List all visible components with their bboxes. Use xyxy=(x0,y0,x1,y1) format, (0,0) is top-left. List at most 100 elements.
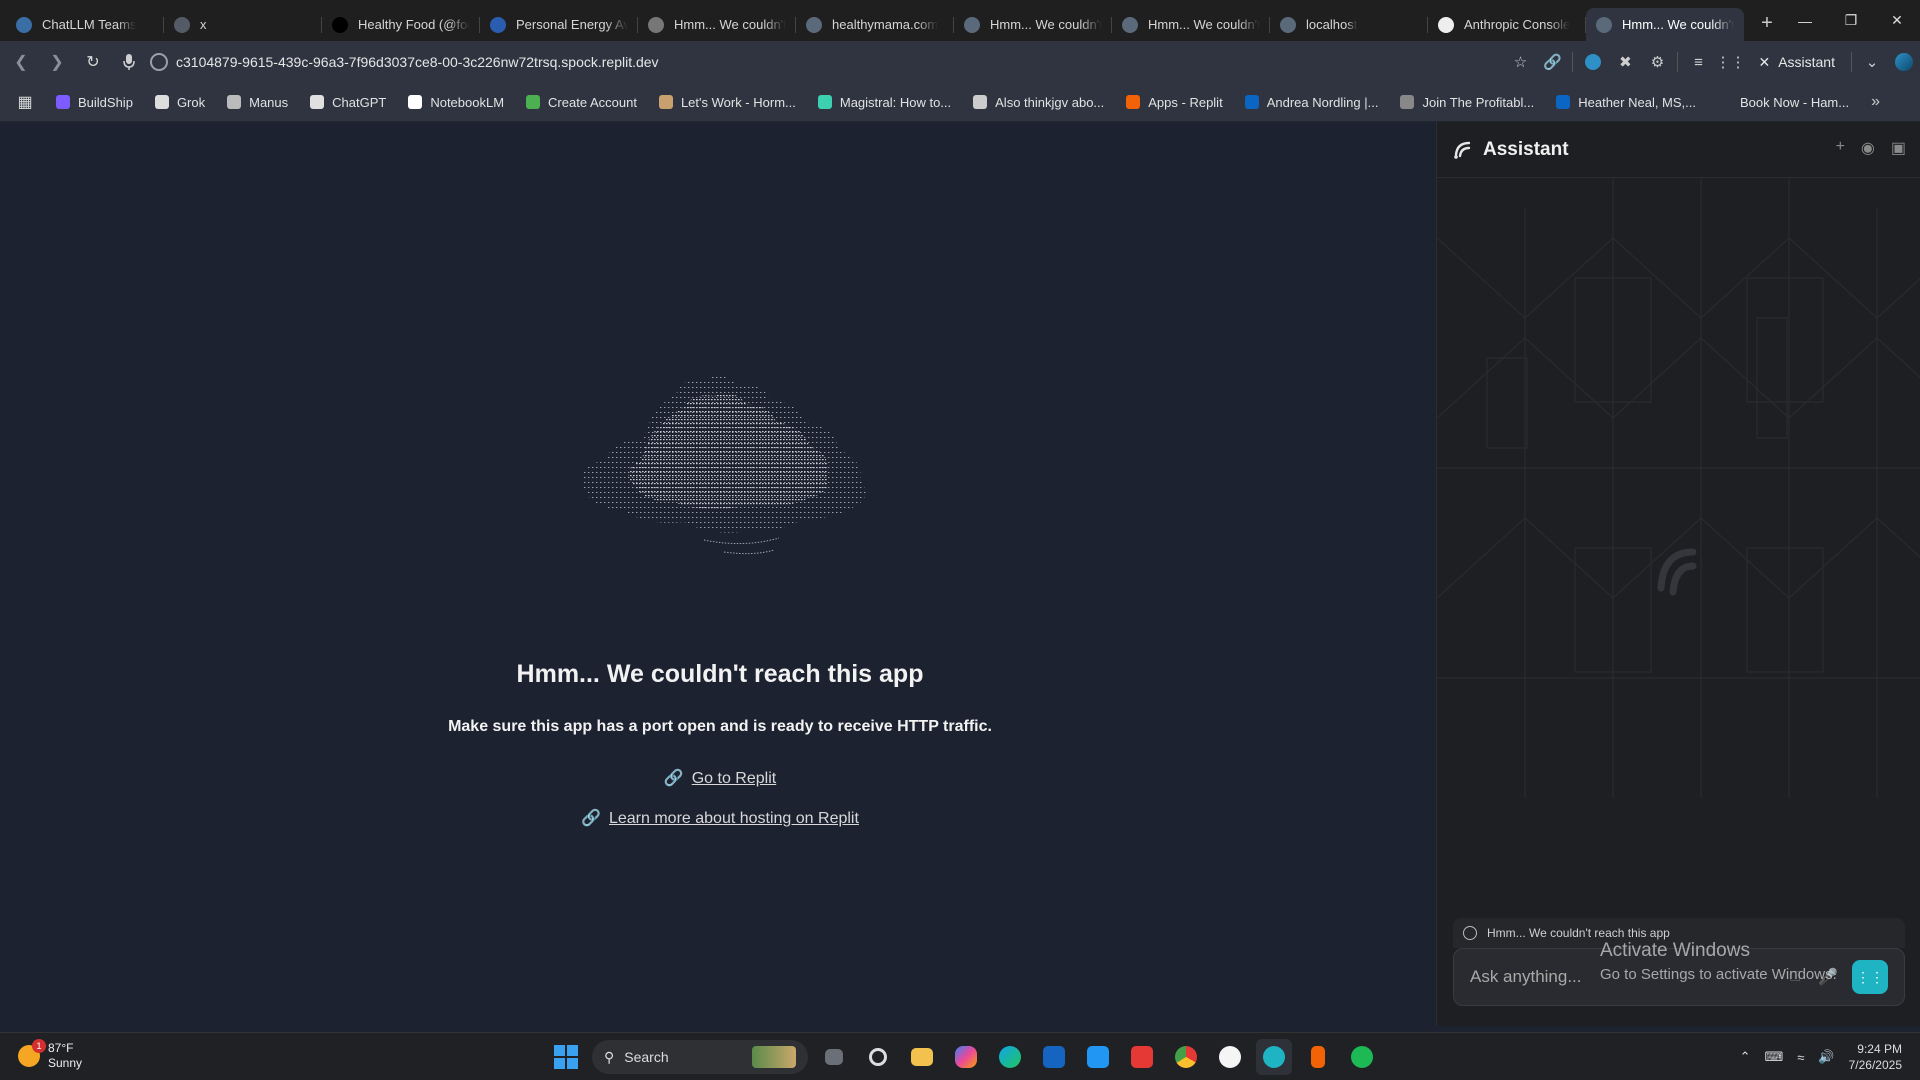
puzzle-icon[interactable]: ⚙ xyxy=(1641,46,1673,78)
bookmark-label: Book Now - Ham... xyxy=(1740,94,1850,110)
x-extension-icon[interactable]: ✖ xyxy=(1609,46,1641,78)
bookmark-item[interactable]: Manus xyxy=(219,88,296,116)
close-window-button[interactable]: ✕ xyxy=(1874,0,1920,41)
bookmark-item[interactable]: BuildShip xyxy=(48,88,141,116)
bookmark-item[interactable]: Create Account xyxy=(518,88,645,116)
keyboard-icon[interactable]: ⌨ xyxy=(1765,1049,1784,1065)
bookmark-favicon-icon xyxy=(310,95,325,109)
assistant-panel: Assistant + ◉ ▣ Hmm... We couldn't reach… xyxy=(1436,122,1920,1026)
spotify-icon[interactable] xyxy=(1344,1039,1380,1075)
browser-tab[interactable]: Hmm... We couldn't xyxy=(954,8,1112,41)
maximize-button[interactable]: ❐ xyxy=(1828,0,1874,41)
browser-tab[interactable]: Hmm... We couldn't xyxy=(638,8,796,41)
back-button[interactable]: ❮ xyxy=(6,47,36,77)
comet-browser-icon[interactable] xyxy=(1256,1039,1292,1075)
bookmark-favicon-icon xyxy=(973,95,988,109)
menu-lines-icon[interactable]: ≡ xyxy=(1682,46,1714,78)
app-store-icon[interactable] xyxy=(1212,1039,1248,1075)
star-icon[interactable]: ☆ xyxy=(1504,46,1536,78)
edge-icon[interactable] xyxy=(992,1039,1028,1075)
more-bookmarks-icon[interactable]: » xyxy=(1871,93,1880,111)
replit-icon[interactable] xyxy=(1300,1039,1336,1075)
photos-icon[interactable] xyxy=(1080,1039,1116,1075)
bookmarks-bar: ▦ BuildShip Grok Manus ChatGPT NotebookLM Cre… xyxy=(0,83,1920,122)
pin-icon xyxy=(648,16,664,33)
bookmark-favicon-icon xyxy=(1718,95,1733,109)
new-chat-icon[interactable]: + xyxy=(1836,138,1845,158)
hosting-docs-label[interactable]: Learn more about hosting on Replit xyxy=(609,810,859,827)
chevron-down-icon[interactable]: ⌄ xyxy=(1856,46,1888,78)
task-view-icon[interactable] xyxy=(816,1039,852,1075)
browser-tab[interactable]: Hmm... We couldn't xyxy=(1586,8,1744,41)
clock[interactable]: 9:24 PM 7/26/2025 xyxy=(1849,1041,1902,1073)
history-icon[interactable]: ◉ xyxy=(1861,138,1875,158)
assistant-toggle[interactable]: ✕ Assistant xyxy=(1746,47,1847,77)
browser-tab[interactable]: Hmm... We couldn't xyxy=(1112,8,1270,41)
bookmark-label: Heather Neal, MS,... xyxy=(1578,94,1697,110)
waveform-icon[interactable]: ⋮⋮ xyxy=(1714,46,1746,78)
x-logo-icon xyxy=(332,16,348,33)
link-icon[interactable]: 🔗 xyxy=(1536,46,1568,78)
ascii-cloud-illustration xyxy=(581,376,866,555)
chrome-icon[interactable] xyxy=(1168,1039,1204,1075)
browser-tab[interactable]: localhost xyxy=(1270,8,1428,41)
browser-tab[interactable]: x xyxy=(164,8,322,41)
minimize-button[interactable]: — xyxy=(1782,0,1828,41)
bookmark-item[interactable]: Join The Profitabl... xyxy=(1392,88,1542,116)
tab-label: ChatLLM Teams xyxy=(42,17,137,32)
url-text[interactable]: c3104879-9615-439c-96a3-7f96d3037ce8-00-… xyxy=(176,54,659,70)
volume-icon[interactable]: 🔊 xyxy=(1818,1049,1834,1065)
anydesk-icon[interactable] xyxy=(1124,1039,1160,1075)
tab-strip: ChatLLM Teams x Healthy Food (@foo Personal… xyxy=(0,0,1920,41)
bookmark-favicon-icon xyxy=(227,95,242,109)
new-tab-button[interactable]: + xyxy=(1750,7,1784,41)
voice-mode-button[interactable]: ⋮⋮ xyxy=(1852,960,1888,994)
reload-button[interactable]: ↻ xyxy=(78,47,108,77)
copilot-icon[interactable] xyxy=(948,1039,984,1075)
context-chip-label: Hmm... We couldn't reach this app xyxy=(1487,926,1670,940)
browser-tab[interactable]: Personal Energy Av xyxy=(480,8,638,41)
hosting-docs-link[interactable]: 🔗 Learn more about hosting on Replit xyxy=(4,808,1436,828)
background-pattern xyxy=(1437,178,1920,798)
start-button[interactable] xyxy=(548,1039,584,1075)
browser-tab[interactable]: ChatLLM Teams xyxy=(6,8,164,41)
go-to-replit-link[interactable]: 🔗 Go to Replit xyxy=(4,768,1436,788)
taskbar-search[interactable]: ⚲ Search xyxy=(592,1040,808,1074)
window-controls: — ❐ ✕ xyxy=(1782,0,1920,41)
browser-tab[interactable]: healthymama.com xyxy=(796,8,954,41)
chevron-up-icon[interactable]: ⌃ xyxy=(1740,1049,1751,1065)
forward-button[interactable]: ❯ xyxy=(42,47,72,77)
bookmark-item[interactable]: Also thinkjgv abo... xyxy=(965,88,1112,116)
browser-tab[interactable]: Anthropic Console xyxy=(1428,8,1586,41)
divider xyxy=(1851,52,1852,72)
bookmark-item[interactable]: Grok xyxy=(147,88,213,116)
bookmark-item[interactable]: Apps - Replit xyxy=(1118,88,1230,116)
wifi-icon[interactable]: ≈ xyxy=(1797,1050,1804,1065)
profile-avatar[interactable] xyxy=(1888,46,1920,78)
outlook-icon[interactable] xyxy=(1036,1039,1072,1075)
bookmark-favicon-icon xyxy=(526,95,541,109)
weather-widget[interactable]: 1 87°F Sunny xyxy=(18,1039,82,1071)
bookmark-item[interactable]: Book Now - Ham... xyxy=(1710,88,1857,116)
bookmark-item[interactable]: Heather Neal, MS,... xyxy=(1548,88,1704,116)
site-info-icon[interactable] xyxy=(150,53,168,71)
bookmark-item[interactable]: ChatGPT xyxy=(302,88,394,116)
bookmark-favicon-icon xyxy=(817,95,832,109)
address-bar[interactable]: c3104879-9615-439c-96a3-7f96d3037ce8-00-… xyxy=(150,47,1480,77)
sidebar-toggle-icon[interactable]: ▣ xyxy=(1891,138,1906,158)
browser-tab[interactable]: Healthy Food (@foo xyxy=(322,8,480,41)
bookmark-item[interactable]: Let's Work - Horm... xyxy=(651,88,804,116)
file-explorer-icon[interactable] xyxy=(904,1039,940,1075)
extension-globe-icon[interactable] xyxy=(1577,46,1609,78)
apps-grid-icon[interactable]: ▦ xyxy=(10,87,40,117)
logitech-icon[interactable] xyxy=(860,1039,896,1075)
bookmark-label: BuildShip xyxy=(78,94,133,110)
bookmark-item[interactable]: Andrea Nordling |... xyxy=(1237,88,1387,116)
close-icon[interactable]: ✕ xyxy=(1758,54,1770,71)
mic-icon[interactable] xyxy=(114,47,144,77)
bookmark-item[interactable]: Magistral: How to... xyxy=(810,88,959,116)
go-to-replit-label[interactable]: Go to Replit xyxy=(692,770,776,787)
bookmark-favicon-icon xyxy=(1126,95,1141,109)
bookmark-item[interactable]: NotebookLM xyxy=(400,88,512,116)
bookmark-favicon-icon xyxy=(56,95,70,109)
